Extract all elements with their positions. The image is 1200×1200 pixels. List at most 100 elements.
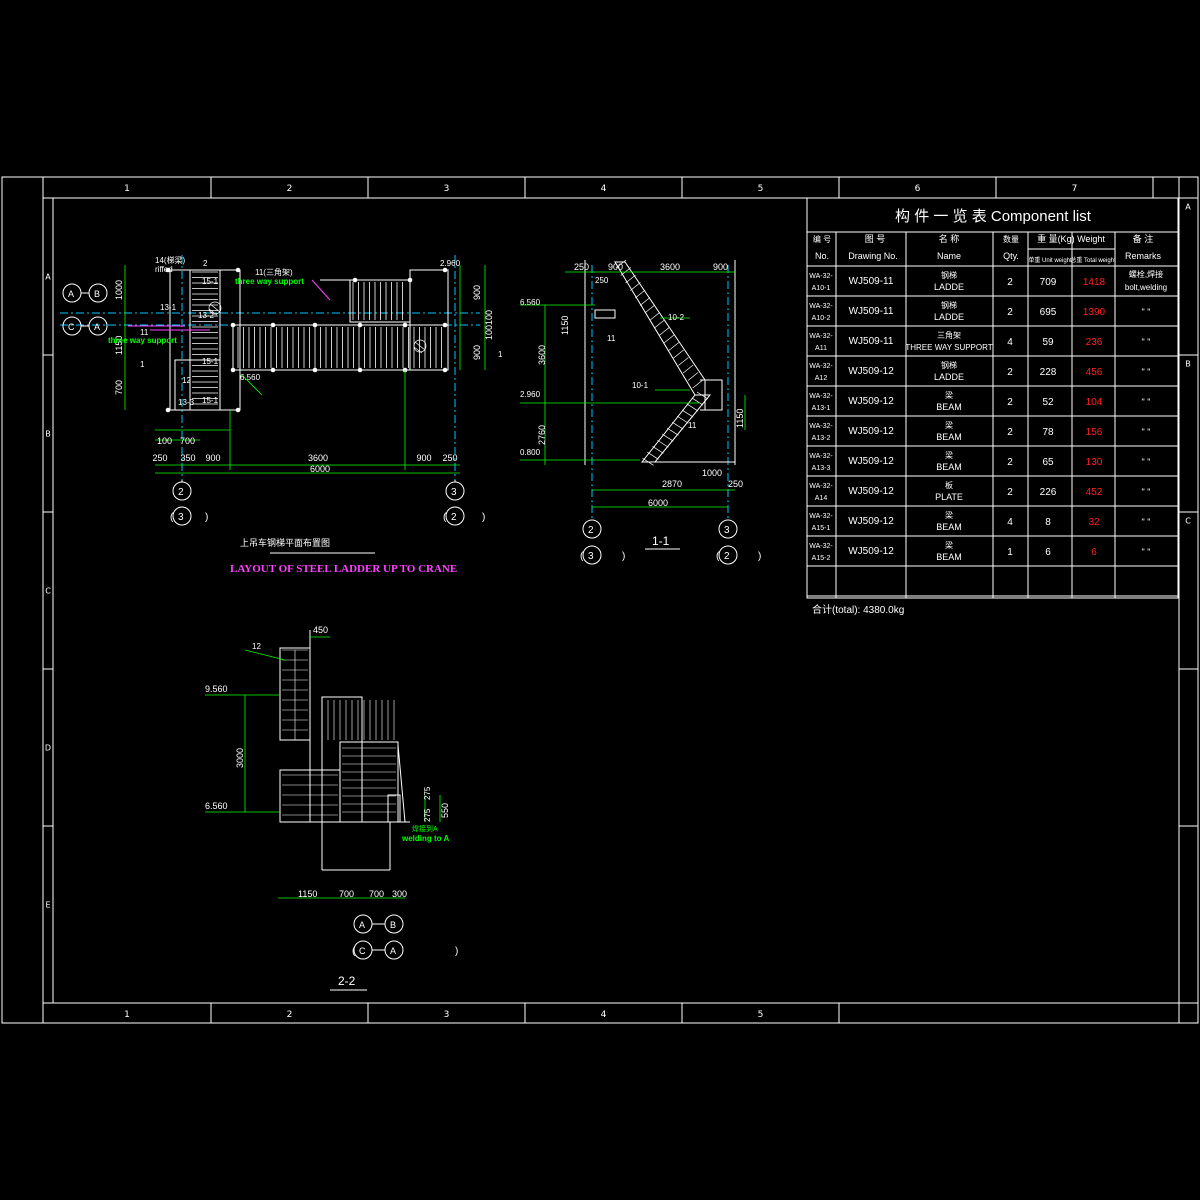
row-total-weight: 452 — [1086, 487, 1103, 498]
svg-text:): ) — [758, 551, 761, 562]
svg-text:WA-32-: WA-32- — [809, 363, 833, 370]
s22-axis-a: A — [359, 920, 365, 930]
grid-col-top-1: 1 — [124, 184, 130, 194]
s22-axis-c: C — [359, 946, 366, 956]
section-1-1 — [520, 259, 746, 565]
hdr-weight: 重 量(Kg) Weight — [1037, 233, 1105, 244]
row-name-en: THREE WAY SUPPORT — [905, 343, 992, 352]
s11-dim-top-1: 900 — [608, 262, 623, 272]
plan-dim-right-0: 900 — [472, 285, 482, 300]
s11-grid-right: 3 — [724, 525, 730, 536]
row-remarks: " " — [1142, 307, 1151, 317]
row-name-cn: 钢梯 — [941, 270, 957, 280]
s22-axis-a2: A — [390, 946, 396, 956]
row-unit-weight: 65 — [1042, 457, 1054, 468]
svg-text:): ) — [205, 512, 208, 523]
plan-label-7: 13-3 — [178, 398, 195, 407]
hdr-name-cn: 名 称 — [939, 233, 960, 244]
s11-level-1: 2.960 — [520, 390, 541, 399]
row-drawing: WJ509-12 — [848, 516, 894, 527]
s22-axis-b: B — [390, 920, 396, 930]
plan-label-11: three way support — [108, 336, 177, 345]
sheet-frame — [1, 176, 1199, 1024]
grid-col-bottom-1: 1 — [124, 1010, 130, 1020]
plan-grid-right: 3 — [451, 487, 457, 498]
svg-text:): ) — [455, 946, 458, 957]
row-remarks: " " — [1142, 367, 1151, 377]
plan-dim-total: 6000 — [310, 464, 330, 474]
row-qty: 4 — [1007, 337, 1013, 348]
grid-col-top-3: 3 — [444, 184, 450, 194]
table-row: WA-32- A11 WJ509-11 三角架 THREE WAY SUPPORT 4 59… — [809, 330, 1150, 352]
row-qty: 2 — [1007, 427, 1013, 438]
row-unit-weight: 6 — [1045, 547, 1051, 558]
hdr-remarks-en: Remarks — [1125, 251, 1162, 261]
svg-text:): ) — [482, 512, 485, 523]
row-no: A15-2 — [812, 555, 831, 562]
row-name-cn: 钢梯 — [941, 360, 957, 370]
s11-label-1: 11 — [607, 334, 616, 343]
row-name-en: BEAM — [936, 522, 962, 532]
row-name-en: BEAM — [936, 462, 962, 472]
plan-label-13: 11 — [140, 328, 149, 337]
plan-dim-right-1: 100 — [484, 310, 494, 325]
row-name-cn: 钢梯 — [941, 300, 957, 310]
s11-dim-right: 1150 — [735, 409, 745, 428]
s11-dim-top-3: 900 — [713, 262, 728, 272]
plan-label-17: 2.960 — [440, 259, 461, 268]
s11-label-2: 10-1 — [632, 381, 649, 390]
plan-dim-bottom-1: 350 — [180, 453, 195, 463]
row-no: A13-1 — [812, 405, 831, 412]
plan-label-9: 11(三角架) — [255, 267, 293, 277]
grid-col-top-4: 4 — [601, 184, 607, 194]
row-qty: 2 — [1007, 397, 1013, 408]
plan-dim-right-2: 100 — [484, 325, 494, 340]
row-qty: 4 — [1007, 517, 1013, 528]
plan-label-5: 15-1 — [202, 357, 219, 366]
section-2-2-text: 2-2 450 9.560 6.560 3000 275 275 550 115… — [205, 625, 458, 988]
row-total-weight: 32 — [1088, 517, 1100, 528]
row-name-cn: 板 — [945, 480, 953, 490]
row-total-weight: 1418 — [1083, 277, 1106, 288]
s11-dim-top-0: 250 — [574, 262, 589, 272]
row-name-cn: 梁 — [945, 421, 953, 430]
table-row: WA-32- A15-1 WJ509-12 梁 BEAM 4 8 32 " " — [809, 511, 1150, 532]
axis-b1: B — [94, 289, 100, 299]
plan-dim-bottom-5: 250 — [442, 453, 457, 463]
svg-text:WA-32-: WA-32- — [809, 303, 833, 310]
row-qty: 2 — [1007, 367, 1013, 378]
hdr-no-en: No. — [815, 251, 829, 261]
s22-dim-bottom-0: 1150 — [298, 889, 317, 899]
section-2-2 — [205, 630, 441, 991]
plan-dim-left-small-0: 100 — [157, 436, 172, 446]
row-unit-weight: 52 — [1042, 397, 1054, 408]
s11-title: 1-1 — [652, 534, 670, 548]
row-no: A13-3 — [812, 465, 831, 472]
table-row: WA-32- A14 WJ509-12 板 PLATE 2 226 452 " " — [809, 480, 1150, 502]
table-row: WA-32- A13-3 WJ509-12 梁 BEAM 2 65 130 " " — [809, 451, 1150, 472]
row-name-en: BEAM — [936, 432, 962, 442]
row-total-weight: 104 — [1086, 397, 1103, 408]
row-no: A12 — [815, 375, 828, 382]
row-name-en: BEAM — [936, 552, 962, 562]
grid-col-top-6: 6 — [915, 184, 921, 194]
row-qty: 2 — [1007, 277, 1013, 288]
grid-row-right-B: B — [1185, 360, 1191, 369]
row-qty: 2 — [1007, 487, 1013, 498]
svg-text:WA-32-: WA-32- — [809, 273, 833, 280]
grid-row-left-A: A — [45, 273, 51, 282]
plan-grid-left: 2 — [178, 487, 184, 498]
s11-dim-bottom-2: 1000 — [702, 468, 722, 478]
grid-row-left-C: C — [45, 587, 51, 596]
row-drawing: WJ509-12 — [848, 486, 894, 497]
grid-row-right-C: C — [1185, 517, 1191, 526]
table-row: WA-32- A13-1 WJ509-12 梁 BEAM 2 52 104 " " — [809, 391, 1150, 412]
s11-label-0: 10-2 — [668, 313, 685, 322]
row-name-cn: 梁 — [945, 391, 953, 400]
row-name-en: BEAM — [936, 402, 962, 412]
s11-level-2: 0.800 — [520, 448, 541, 457]
grid-ticks — [42, 177, 1198, 1023]
s11-dim-total: 6000 — [648, 498, 668, 508]
row-name-cn: 梁 — [945, 541, 953, 550]
row-remarks: " " — [1142, 397, 1151, 407]
